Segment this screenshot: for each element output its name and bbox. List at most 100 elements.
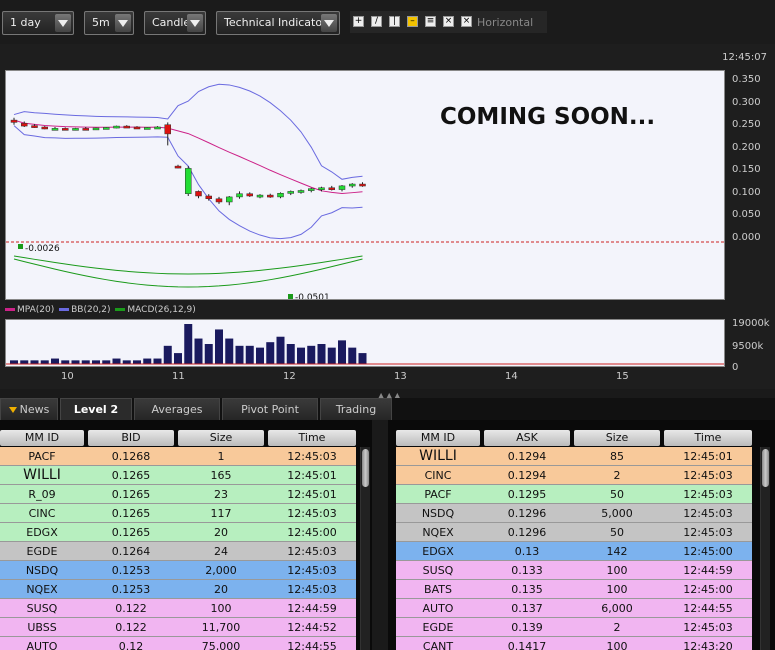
table-row[interactable]: CINC 0.1294 2 12:45:03 xyxy=(396,466,752,485)
price-tick: 0.250 xyxy=(732,119,761,130)
cell-price: 0.137 xyxy=(511,602,543,615)
tab-averages[interactable]: Averages xyxy=(134,398,220,420)
trendline-icon[interactable]: / xyxy=(371,16,382,27)
time-tick: 13 xyxy=(394,371,407,382)
cell-mm: BATS xyxy=(424,583,452,596)
cell-price: 0.1265 xyxy=(111,469,151,482)
volume-bar xyxy=(317,344,326,364)
cell-size: 100 xyxy=(606,583,628,596)
table-row[interactable]: CANT 0.1417 100 12:43:20 xyxy=(396,637,752,650)
table-row[interactable]: NQEX 0.1296 50 12:45:03 xyxy=(396,523,752,542)
candle xyxy=(195,191,202,197)
table-row[interactable]: EGDE 0.1264 24 12:45:03 xyxy=(0,542,356,561)
candle xyxy=(41,126,48,130)
tab-news[interactable]: News xyxy=(0,398,58,420)
cell-size: 2,000 xyxy=(205,564,237,577)
chart-type-value: Candle xyxy=(152,16,191,29)
candle xyxy=(349,183,356,187)
clear-all-icon[interactable]: × xyxy=(461,16,472,27)
cell-time: 12:45:03 xyxy=(683,526,733,539)
volume-bar xyxy=(276,336,285,364)
tab-level-2[interactable]: Level 2 xyxy=(60,398,132,420)
tab-news-label: News xyxy=(19,403,50,416)
table-row[interactable]: BATS 0.135 100 12:45:00 xyxy=(396,580,752,599)
chart-type-dropdown[interactable]: Candle xyxy=(144,11,206,35)
table-row[interactable]: EDGX 0.1265 20 12:45:00 xyxy=(0,523,356,542)
table-row[interactable]: PACF 0.1295 50 12:45:03 xyxy=(396,485,752,504)
table-row[interactable]: NQEX 0.1253 20 12:45:03 xyxy=(0,580,356,599)
indicators-dropdown[interactable]: Technical Indicators xyxy=(216,11,340,35)
volume-bar xyxy=(153,358,162,364)
volume-plot[interactable] xyxy=(5,319,725,367)
toolbar: 1 day 5m Candle Technical Indicators + /… xyxy=(0,0,775,46)
bid-col-mmid[interactable]: MM ID xyxy=(0,430,84,446)
volume-bar xyxy=(358,353,367,364)
volume-bar xyxy=(61,360,70,364)
bid-panel: MM ID BID Size Time PACF 0.1268 1 12:45:03 W… xyxy=(0,420,372,650)
volume-bar xyxy=(215,329,223,364)
ask-col-time[interactable]: Time xyxy=(664,430,752,446)
table-row[interactable]: AUTO 0.12 75,000 12:44:55 xyxy=(0,637,356,650)
cell-size: 50 xyxy=(610,526,624,539)
candle xyxy=(308,188,315,191)
cell-mm: CINC xyxy=(28,507,56,520)
candle xyxy=(318,187,325,190)
table-row[interactable]: SUSQ 0.122 100 12:44:59 xyxy=(0,599,356,618)
candle xyxy=(205,195,212,200)
ask-col-ask[interactable]: ASK xyxy=(484,430,570,446)
volume-bar xyxy=(256,347,264,364)
bid-col-bid[interactable]: BID xyxy=(88,430,174,446)
table-row[interactable]: AUTO 0.137 6,000 12:44:55 xyxy=(396,599,752,618)
tab-pivot-point-label: Pivot Point xyxy=(241,403,299,416)
crosshair-icon[interactable]: + xyxy=(353,16,364,27)
cell-mm: CINC xyxy=(424,469,452,482)
table-row[interactable]: UBSS 0.122 11,700 12:44:52 xyxy=(0,618,356,637)
horizontal-line-icon[interactable]: – xyxy=(407,16,418,27)
table-row[interactable]: EGDE 0.139 2 12:45:03 xyxy=(396,618,752,637)
tab-bar: News Level 2 Averages Pivot Point Tradin… xyxy=(0,398,775,420)
vertical-line-icon[interactable]: | xyxy=(389,16,400,27)
cell-mm: WILLI xyxy=(23,467,61,483)
volume-bar xyxy=(92,360,100,364)
table-row[interactable]: CINC 0.1265 117 12:45:03 xyxy=(0,504,356,523)
candle xyxy=(133,126,141,130)
bid-scrollbar[interactable] xyxy=(360,447,370,650)
cell-price: 0.1253 xyxy=(111,564,151,577)
table-row[interactable]: WILLI 0.1294 85 12:45:01 xyxy=(396,447,752,466)
volume-bar xyxy=(30,360,39,364)
cell-time: 12:44:55 xyxy=(287,640,337,650)
period-dropdown[interactable]: 1 day xyxy=(2,11,74,35)
bb-swatch xyxy=(59,308,70,311)
ask-col-size[interactable]: Size xyxy=(574,430,660,446)
vol-tick-mid: 9500k xyxy=(732,341,764,352)
volume-bar xyxy=(204,344,213,364)
cell-price: 0.1253 xyxy=(111,583,151,596)
ask-scroll-thumb[interactable] xyxy=(762,449,769,487)
interval-dropdown[interactable]: 5m xyxy=(84,11,134,35)
bid-col-size[interactable]: Size xyxy=(178,430,264,446)
bid-scroll-thumb[interactable] xyxy=(362,449,369,487)
time-tick: 12 xyxy=(283,371,296,382)
cell-price: 0.1295 xyxy=(507,488,547,501)
table-row[interactable]: NSDQ 0.1253 2,000 12:45:03 xyxy=(0,561,356,580)
candle xyxy=(338,185,346,190)
volume-bar xyxy=(338,340,346,364)
table-row[interactable]: PACF 0.1268 1 12:45:03 xyxy=(0,447,356,466)
fibonacci-icon[interactable]: ≡ xyxy=(425,16,436,27)
time-tick: 14 xyxy=(505,371,518,382)
period-value: 1 day xyxy=(10,16,41,29)
cell-time: 12:45:03 xyxy=(683,507,733,520)
bid-col-time[interactable]: Time xyxy=(268,430,356,446)
macd-signal-line xyxy=(13,258,363,288)
table-row[interactable]: WILLI 0.1265 165 12:45:01 xyxy=(0,466,356,485)
ask-scrollbar[interactable] xyxy=(760,447,770,650)
table-row[interactable]: NSDQ 0.1296 5,000 12:45:03 xyxy=(396,504,752,523)
cell-price: 0.1296 xyxy=(507,507,547,520)
table-row[interactable]: SUSQ 0.133 100 12:44:59 xyxy=(396,561,752,580)
ask-col-mmid[interactable]: MM ID xyxy=(396,430,480,446)
erase-icon[interactable]: × xyxy=(443,16,454,27)
table-row[interactable]: EDGX 0.13 142 12:45:00 xyxy=(396,542,752,561)
table-row[interactable]: R_09 0.1265 23 12:45:01 xyxy=(0,485,356,504)
tab-pivot-point[interactable]: Pivot Point xyxy=(222,398,318,420)
tab-trading[interactable]: Trading xyxy=(320,398,392,420)
